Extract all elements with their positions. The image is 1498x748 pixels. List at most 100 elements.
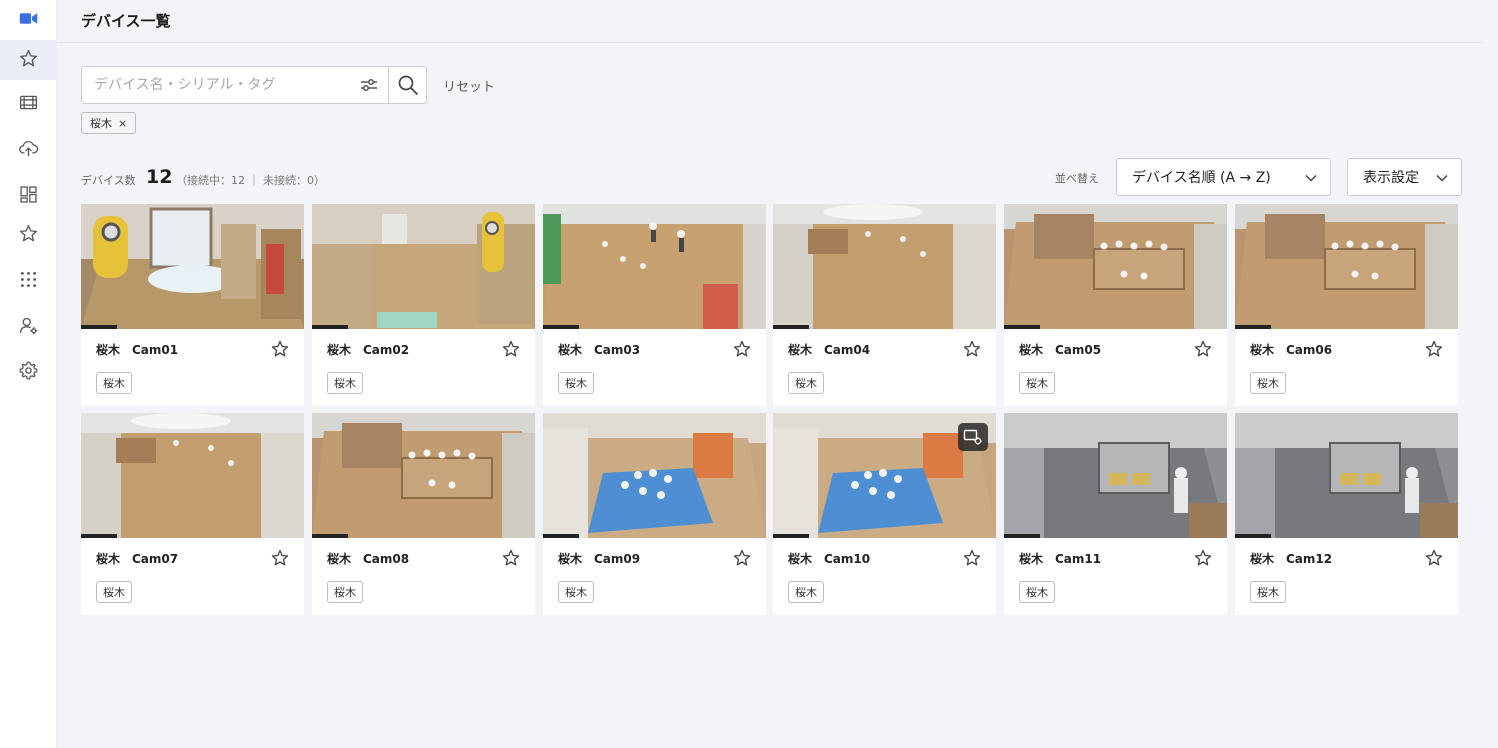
device-card[interactable]: 桜木 Cam02 桜木 bbox=[312, 204, 535, 406]
device-card[interactable]: 桜木 Cam01 桜木 bbox=[81, 204, 304, 406]
device-name: 桜木 Cam11 bbox=[1019, 552, 1102, 566]
timestamp-overlay bbox=[312, 325, 348, 329]
search-icon bbox=[398, 75, 418, 95]
timestamp-overlay bbox=[773, 534, 809, 538]
sidebar-item-user-settings[interactable] bbox=[0, 307, 57, 347]
connection-status-detail: （接続中：12 ｜ 未接続：0） bbox=[176, 174, 325, 187]
camera-thumbnail[interactable] bbox=[1235, 204, 1458, 329]
sidebar-item-apps[interactable] bbox=[0, 261, 57, 301]
sidebar bbox=[0, 0, 57, 748]
dashboard-layout-icon bbox=[18, 184, 39, 209]
camera-thumbnail[interactable] bbox=[312, 204, 535, 329]
search-input[interactable] bbox=[82, 67, 352, 103]
favorite-star-icon[interactable] bbox=[501, 339, 521, 359]
sidebar-item-starred[interactable] bbox=[0, 215, 57, 255]
timestamp-overlay bbox=[81, 325, 117, 329]
remove-filter-icon[interactable]: × bbox=[118, 117, 127, 130]
sidebar-item-devices[interactable] bbox=[0, 0, 57, 40]
favorite-star-icon[interactable] bbox=[962, 339, 982, 359]
device-tag[interactable]: 桜木 bbox=[558, 581, 594, 603]
device-name: 桜木 Cam05 bbox=[1019, 343, 1102, 357]
device-tag[interactable]: 桜木 bbox=[788, 581, 824, 603]
device-tag[interactable]: 桜木 bbox=[788, 372, 824, 394]
camera-thumbnail[interactable] bbox=[773, 204, 996, 329]
favorite-star-icon[interactable] bbox=[1424, 548, 1444, 568]
view-settings-select[interactable]: 表示設定 bbox=[1347, 158, 1462, 196]
camera-thumbnail[interactable] bbox=[1004, 413, 1227, 538]
device-tag[interactable]: 桜木 bbox=[1019, 581, 1055, 603]
favorite-star-icon[interactable] bbox=[1193, 339, 1213, 359]
camera-thumbnail[interactable] bbox=[1004, 204, 1227, 329]
device-name: 桜木 Cam10 bbox=[788, 552, 871, 566]
device-card[interactable]: 桜木 Cam12 桜木 bbox=[1235, 413, 1458, 615]
device-tag[interactable]: 桜木 bbox=[96, 581, 132, 603]
camera-thumbnail[interactable] bbox=[773, 413, 996, 538]
camera-thumbnail[interactable] bbox=[1235, 413, 1458, 538]
device-card[interactable]: 桜木 Cam07 桜木 bbox=[81, 413, 304, 615]
device-card[interactable]: 桜木 Cam11 桜木 bbox=[1004, 413, 1227, 615]
user-settings-icon bbox=[18, 315, 39, 340]
favorite-star-icon[interactable] bbox=[732, 339, 752, 359]
timestamp-overlay bbox=[1004, 534, 1040, 538]
device-count-label: デバイス数 bbox=[81, 174, 136, 187]
device-tag[interactable]: 桜木 bbox=[558, 372, 594, 394]
camera-settings-icon[interactable] bbox=[958, 423, 988, 451]
timestamp-overlay bbox=[543, 325, 579, 329]
device-name: 桜木 Cam07 bbox=[96, 552, 179, 566]
camera-thumbnail[interactable] bbox=[543, 413, 766, 538]
device-tag[interactable]: 桜木 bbox=[1250, 372, 1286, 394]
sidebar-item-settings[interactable] bbox=[0, 352, 57, 392]
sidebar-item-dashboard[interactable] bbox=[0, 176, 57, 216]
device-tag[interactable]: 桜木 bbox=[327, 372, 363, 394]
camera-thumbnail[interactable] bbox=[543, 204, 766, 329]
device-card[interactable]: 桜木 Cam06 桜木 bbox=[1235, 204, 1458, 406]
filter-sliders-icon[interactable] bbox=[358, 75, 380, 95]
timestamp-overlay bbox=[773, 325, 809, 329]
cloud-upload-icon bbox=[18, 138, 39, 163]
camera-thumbnail[interactable] bbox=[81, 413, 304, 538]
sort-select[interactable]: デバイス名順 (A → Z) bbox=[1116, 158, 1331, 196]
camera-thumbnail[interactable] bbox=[312, 413, 535, 538]
view-settings-label: 表示設定 bbox=[1363, 170, 1419, 186]
favorite-star-icon[interactable] bbox=[1424, 339, 1444, 359]
camera-thumbnail[interactable] bbox=[81, 204, 304, 329]
device-tag[interactable]: 桜木 bbox=[327, 581, 363, 603]
header-divider bbox=[57, 42, 1482, 43]
favorite-star-icon[interactable] bbox=[1193, 548, 1213, 568]
timestamp-overlay bbox=[1235, 534, 1271, 538]
device-tag[interactable]: 桜木 bbox=[1019, 372, 1055, 394]
device-card[interactable]: 桜木 Cam09 桜木 bbox=[543, 413, 766, 615]
favorite-star-icon[interactable] bbox=[501, 548, 521, 568]
active-filter-chip[interactable]: 桜木 × bbox=[81, 112, 137, 134]
apps-grid-icon bbox=[18, 269, 39, 294]
device-card[interactable]: 桜木 Cam05 桜木 bbox=[1004, 204, 1227, 406]
sidebar-item-recordings[interactable] bbox=[0, 84, 57, 124]
page-title: デバイス一覧 bbox=[81, 12, 171, 30]
search-button[interactable] bbox=[389, 67, 427, 103]
timestamp-overlay bbox=[312, 534, 348, 538]
favorite-star-icon[interactable] bbox=[962, 548, 982, 568]
search-box bbox=[81, 66, 427, 104]
favorite-star-icon[interactable] bbox=[732, 548, 752, 568]
sort-select-value: デバイス名順 (A → Z) bbox=[1132, 170, 1271, 186]
device-card[interactable]: 桜木 Cam08 桜木 bbox=[312, 413, 535, 615]
film-icon bbox=[18, 92, 39, 117]
device-card[interactable]: 桜木 Cam04 桜木 bbox=[773, 204, 996, 406]
favorite-star-icon[interactable] bbox=[270, 548, 290, 568]
timestamp-overlay bbox=[543, 534, 579, 538]
device-card[interactable]: 桜木 Cam03 桜木 bbox=[543, 204, 766, 406]
timestamp-overlay bbox=[81, 534, 117, 538]
device-card[interactable]: 桜木 Cam10 桜木 bbox=[773, 413, 996, 615]
device-name: 桜木 Cam04 bbox=[788, 343, 871, 357]
sidebar-item-favorites[interactable] bbox=[0, 40, 57, 80]
filter-chip-label: 桜木 bbox=[90, 117, 112, 130]
favorite-star-icon[interactable] bbox=[270, 339, 290, 359]
device-name: 桜木 Cam08 bbox=[327, 552, 410, 566]
device-tag[interactable]: 桜木 bbox=[96, 372, 132, 394]
device-name: 桜木 Cam06 bbox=[1250, 343, 1333, 357]
chevron-down-icon bbox=[1436, 174, 1448, 182]
sidebar-item-cloud[interactable] bbox=[0, 130, 57, 170]
device-name: 桜木 Cam12 bbox=[1250, 552, 1333, 566]
reset-button[interactable]: リセット bbox=[443, 76, 495, 95]
device-tag[interactable]: 桜木 bbox=[1250, 581, 1286, 603]
